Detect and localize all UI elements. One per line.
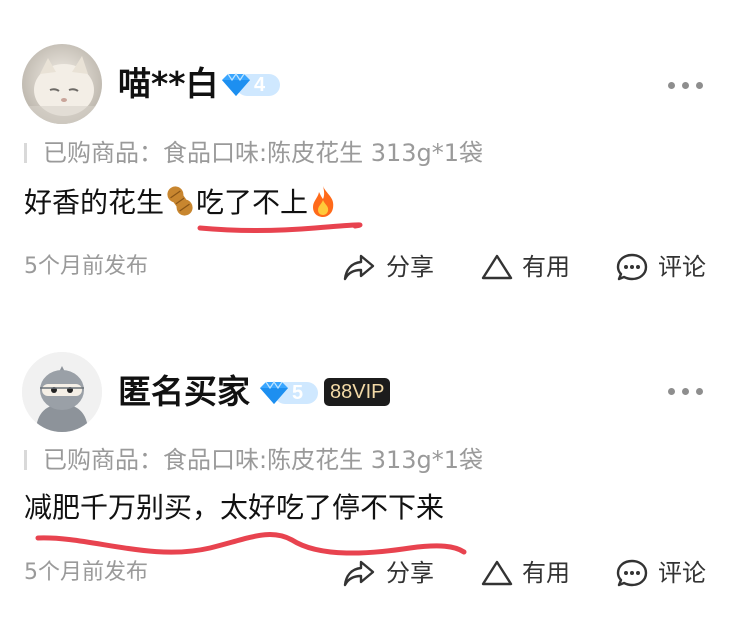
level-number: 5 bbox=[292, 382, 304, 404]
level-badge: 5 bbox=[256, 378, 320, 408]
review-text: 减肥千万别买，太好吃了停不下来 bbox=[24, 491, 445, 524]
purchase-label: 已购商品： bbox=[43, 446, 163, 474]
share-label: 分享 bbox=[386, 559, 434, 587]
purchased-item-row: 已购商品：食品口味:陈皮花生 313g*1袋 bbox=[24, 445, 483, 475]
comment-label: 评论 bbox=[658, 559, 706, 587]
post-time: 5个月前发布 bbox=[24, 560, 148, 585]
username[interactable]: 匿名买家 bbox=[118, 372, 250, 412]
purchase-item: 食品口味:陈皮花生 313g*1袋 bbox=[163, 446, 484, 474]
useful-label: 有用 bbox=[522, 559, 570, 587]
vip-badge: 88VIP bbox=[324, 378, 391, 406]
share-button[interactable]: 分享 bbox=[342, 558, 442, 588]
share-icon bbox=[343, 560, 375, 587]
diamond-icon bbox=[260, 380, 318, 404]
anonymous-ninja-avatar-image bbox=[22, 352, 102, 432]
review-card: 匿名买家 5 88VIP 已购商品：食品口味:陈皮花生 313g*1袋 减肥千万… bbox=[0, 0, 730, 631]
triangle-up-icon bbox=[481, 560, 513, 586]
comment-icon bbox=[616, 559, 648, 587]
comment-button[interactable]: 评论 bbox=[616, 558, 716, 588]
more-options-icon[interactable] bbox=[666, 384, 706, 398]
useful-button[interactable]: 有用 bbox=[480, 558, 580, 588]
avatar[interactable] bbox=[22, 352, 102, 432]
divider-bar bbox=[24, 450, 27, 470]
